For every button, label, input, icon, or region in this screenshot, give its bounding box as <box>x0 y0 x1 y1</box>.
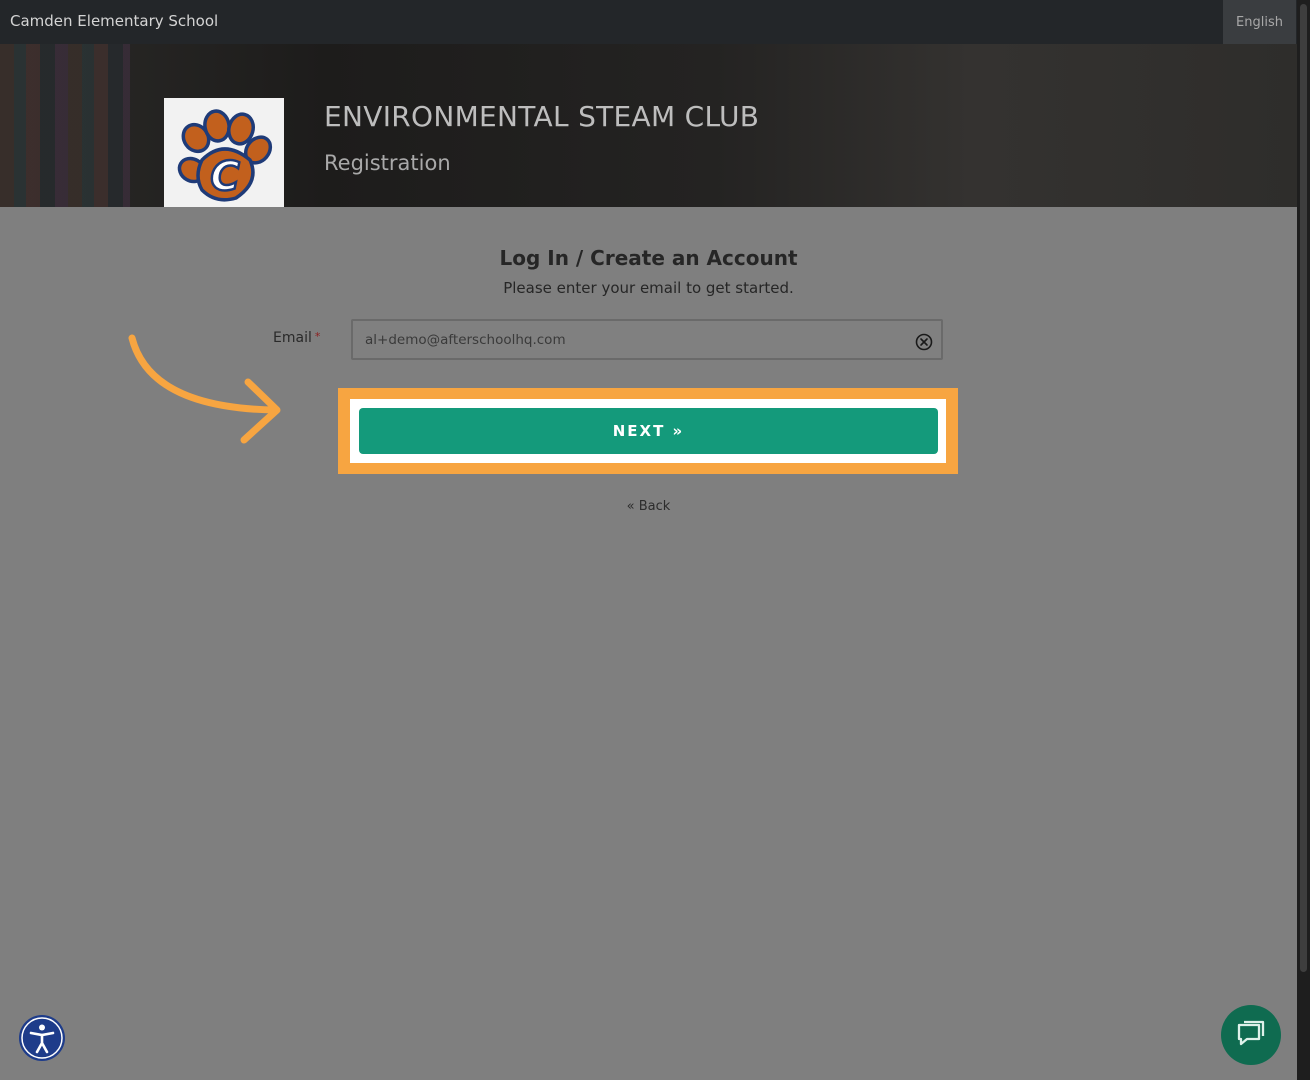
required-mark: * <box>314 330 321 343</box>
school-name: Camden Elementary School <box>10 12 219 30</box>
paw-logo-icon: C <box>177 109 273 202</box>
top-bar: Camden Elementary School English <box>0 0 1297 44</box>
scrollbar-thumb[interactable] <box>1300 4 1307 972</box>
hero-banner: C ENVIRONMENTAL STEAM CLUB Registration <box>0 44 1297 207</box>
hero-background-books <box>0 44 130 207</box>
login-title: Log In / Create an Account <box>499 246 798 270</box>
back-link[interactable]: « Back <box>0 499 1297 514</box>
curved-arrow-icon <box>128 334 281 444</box>
logo-letter: C <box>210 154 239 200</box>
email-input[interactable] <box>365 330 905 350</box>
accessibility-button[interactable] <box>19 1015 65 1061</box>
language-button[interactable]: English <box>1223 0 1296 44</box>
login-subtitle: Please enter your email to get started. <box>503 279 794 297</box>
chat-button[interactable] <box>1221 1005 1281 1065</box>
clear-circle-icon[interactable] <box>914 332 934 352</box>
chat-icon <box>1237 1020 1265 1046</box>
email-field[interactable] <box>351 319 943 360</box>
school-logo: C <box>164 98 284 207</box>
club-title: ENVIRONMENTAL STEAM CLUB <box>324 100 760 133</box>
next-button[interactable]: NEXT » <box>359 408 938 454</box>
scrollbar[interactable] <box>1297 0 1310 1080</box>
club-subtitle: Registration <box>324 151 451 175</box>
accessibility-icon <box>21 1017 63 1059</box>
